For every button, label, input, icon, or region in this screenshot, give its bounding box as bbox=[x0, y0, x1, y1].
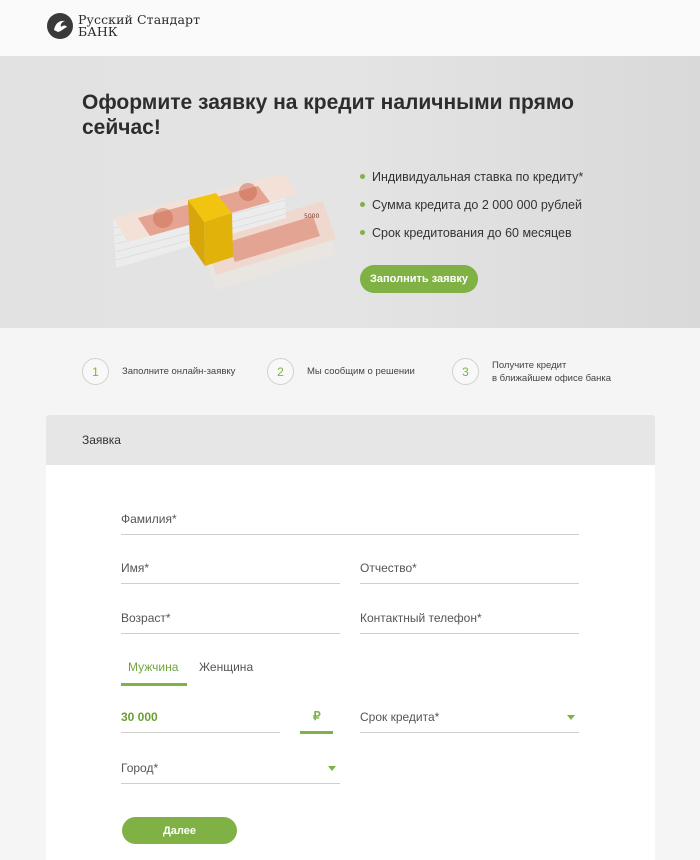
bank-name: Русский Стандарт БАНК bbox=[78, 13, 200, 39]
amount-value: 30 000 bbox=[121, 710, 158, 724]
name-field[interactable]: Имя* bbox=[121, 548, 340, 584]
step-text-line1: Получите кредит bbox=[492, 359, 567, 371]
feature-rate: Индивидуальная ставка по кредиту* bbox=[360, 168, 583, 196]
phone-label: Контактный телефон* bbox=[360, 611, 482, 625]
gender-tab-female[interactable]: Женщина bbox=[199, 660, 253, 674]
patronymic-field[interactable]: Отчество* bbox=[360, 548, 579, 584]
step-number: 3 bbox=[452, 358, 479, 385]
step-text-line1: Мы сообщим о решении bbox=[307, 366, 415, 377]
surname-label: Фамилия* bbox=[121, 512, 177, 526]
chevron-down-icon bbox=[567, 715, 575, 720]
currency-symbol: ₽ bbox=[313, 709, 321, 723]
step-number: 1 bbox=[82, 358, 109, 385]
amount-field[interactable]: 30 000 bbox=[121, 697, 280, 733]
gender-tab-male[interactable]: Мужчина bbox=[128, 660, 178, 674]
application-form-card: Заявка bbox=[46, 415, 655, 860]
step-3: 3 Получите кредит в ближайшем офисе банк… bbox=[452, 358, 611, 385]
step-text: Заполните онлайн-заявку bbox=[122, 365, 235, 378]
bank-logo[interactable]: Русский Стандарт БАНК bbox=[46, 12, 200, 40]
step-text: Получите кредит в ближайшем офисе банка bbox=[492, 359, 611, 385]
feature-amount: Сумма кредита до 2 000 000 рублей bbox=[360, 196, 583, 224]
step-2: 2 Мы сообщим о решении bbox=[267, 358, 415, 385]
bank-emblem-icon bbox=[47, 13, 73, 39]
surname-field[interactable]: Фамилия* bbox=[121, 499, 579, 535]
loan-term-label: Срок кредита* bbox=[360, 710, 440, 724]
currency-underline bbox=[300, 731, 333, 734]
hero-banner: Оформите заявку на кредит наличными прям… bbox=[0, 56, 700, 328]
form-title: Заявка bbox=[46, 415, 655, 465]
step-text-line1: Заполните онлайн-заявку bbox=[122, 366, 236, 377]
patronymic-label: Отчество* bbox=[360, 561, 417, 575]
fill-application-button[interactable]: Заполнить заявку bbox=[360, 265, 478, 293]
hero-title: Оформите заявку на кредит наличными прям… bbox=[82, 91, 574, 139]
name-label: Имя* bbox=[121, 561, 150, 575]
features-list: Индивидуальная ставка по кредиту* Сумма … bbox=[360, 168, 583, 252]
step-1: 1 Заполните онлайн-заявку bbox=[82, 358, 235, 385]
gender-tab-indicator bbox=[121, 683, 187, 686]
bank-name-line2: БАНК bbox=[78, 24, 118, 39]
step-text: Мы сообщим о решении bbox=[307, 365, 415, 378]
loan-term-select[interactable]: Срок кредита* bbox=[360, 697, 579, 733]
chevron-down-icon bbox=[328, 766, 336, 771]
age-field[interactable]: Возраст* bbox=[121, 598, 340, 634]
site-header: Русский Стандарт БАНК bbox=[0, 0, 700, 56]
banknote-value-back: 5000 bbox=[304, 213, 319, 220]
phone-field[interactable]: Контактный телефон* bbox=[360, 598, 579, 634]
age-label: Возраст* bbox=[121, 611, 171, 625]
city-select[interactable]: Город* bbox=[121, 748, 340, 784]
feature-term: Срок кредитования до 60 месяцев bbox=[360, 224, 583, 252]
step-text-line2: в ближайшем офисе банка bbox=[492, 372, 612, 384]
next-button[interactable]: Далее bbox=[122, 817, 237, 844]
banknotes-image: 5000 bbox=[113, 174, 336, 290]
step-number: 2 bbox=[267, 358, 294, 385]
city-label: Город* bbox=[121, 761, 159, 775]
